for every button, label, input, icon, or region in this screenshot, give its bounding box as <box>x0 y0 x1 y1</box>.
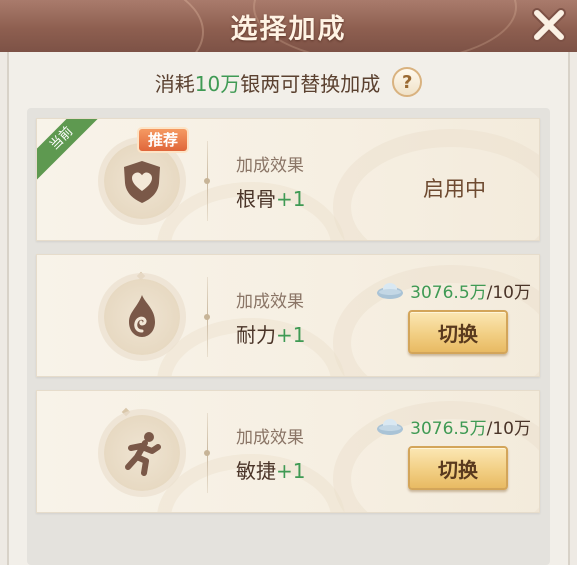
stat-bonus: +1 <box>276 323 306 347</box>
effect-label: 加成效果 <box>236 156 304 176</box>
switch-button[interactable]: 切换 <box>408 446 508 490</box>
stat-name: 敏捷 <box>236 459 276 483</box>
owned-amount: 3076.5万 <box>410 418 487 439</box>
help-icon: ? <box>401 71 413 93</box>
status-label: 启用中 <box>423 177 486 201</box>
switch-button[interactable]: 切换 <box>408 310 508 354</box>
close-button[interactable] <box>529 5 569 45</box>
bonus-card: 加成效果 耐力+1 3076.5万/10万 切换 <box>36 254 540 377</box>
required-amount: /10万 <box>486 418 531 439</box>
bonus-card-current[interactable]: 当前 推荐 加成效果 根骨+1 启用中 <box>36 118 540 241</box>
effect-value: 敏捷+1 <box>236 455 305 484</box>
stat-bonus: +1 <box>276 187 306 211</box>
dialog-header: 选择加成 <box>0 0 577 52</box>
cost-suffix: 可替换加成 <box>280 71 381 96</box>
stat-bonus: +1 <box>276 459 306 483</box>
bonus-icon-frame <box>104 415 180 491</box>
effect-value: 根骨+1 <box>236 183 305 212</box>
effect-label: 加成效果 <box>236 428 304 448</box>
bonus-icon-frame <box>104 279 180 355</box>
bonus-icon-frame <box>104 143 180 219</box>
stat-name: 根骨 <box>236 187 276 211</box>
cost-currency: 银两 <box>240 71 281 96</box>
heart-shield-icon <box>124 161 160 203</box>
silver-ingot-icon <box>377 283 404 299</box>
help-button[interactable]: ? <box>392 67 423 97</box>
bonus-card: 加成效果 敏捷+1 3076.5万/10万 切换 <box>36 390 540 513</box>
dialog-title: 选择加成 <box>230 14 347 45</box>
effect-value: 耐力+1 <box>236 319 305 348</box>
flame-icon <box>129 295 155 337</box>
card-divider <box>204 413 210 493</box>
cost-prefix: 消耗 <box>154 71 195 96</box>
current-ribbon: 当前 <box>37 119 109 186</box>
owned-amount: 3076.5万 <box>410 282 487 303</box>
running-figure-icon <box>125 432 161 476</box>
silver-ingot-icon <box>377 419 404 435</box>
price-display: 3076.5万/10万 <box>376 413 531 439</box>
card-divider <box>204 277 210 357</box>
stat-name: 耐力 <box>236 323 276 347</box>
card-divider <box>204 141 210 221</box>
cost-description: 消耗 10万 银两 可替换加成 ? <box>0 67 577 97</box>
price-display: 3076.5万/10万 <box>376 277 531 303</box>
required-amount: /10万 <box>486 282 531 303</box>
close-icon <box>532 8 566 42</box>
effect-label: 加成效果 <box>236 292 304 312</box>
recommend-badge: 推荐 <box>137 127 189 153</box>
cost-amount: 10万 <box>194 71 241 96</box>
